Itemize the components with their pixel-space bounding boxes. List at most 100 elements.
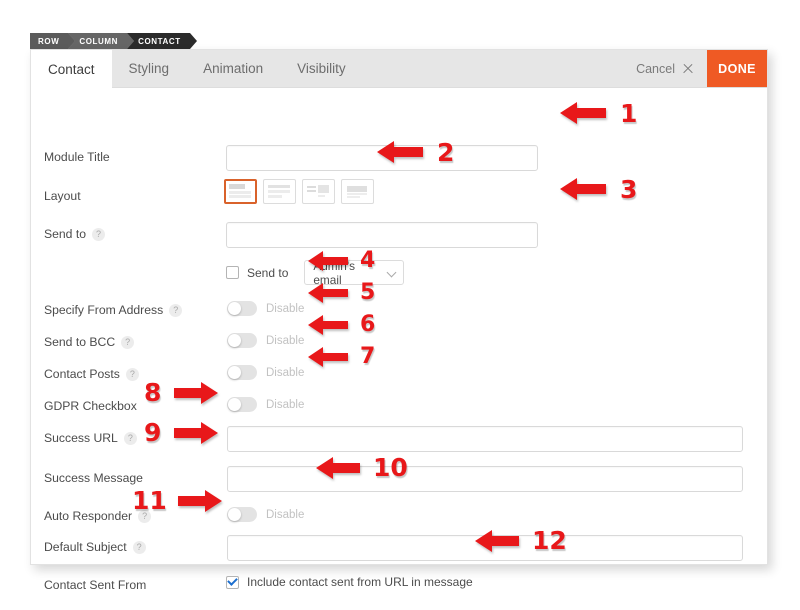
cancel-button[interactable]: Cancel bbox=[622, 50, 707, 87]
contact-posts-toggle[interactable] bbox=[227, 365, 257, 380]
annotation-number-4: 4 bbox=[360, 248, 376, 273]
arrow-right-icon bbox=[174, 381, 219, 404]
cancel-button-label: Cancel bbox=[636, 61, 675, 76]
arrow-left-icon bbox=[560, 178, 606, 200]
module-title-label: Module Title bbox=[44, 150, 110, 164]
send-to-bcc-control: Disable bbox=[227, 333, 304, 348]
annotation-marker-12: 12 bbox=[475, 528, 567, 553]
tab-bar-actions: Cancel DONE bbox=[622, 50, 767, 87]
layout-stacked-icon bbox=[229, 183, 251, 198]
layout-label: Layout bbox=[44, 189, 81, 203]
tab-styling[interactable]: Styling bbox=[112, 50, 187, 87]
tab-contact[interactable]: Contact bbox=[31, 50, 112, 88]
layout-option-inline[interactable] bbox=[302, 179, 335, 204]
annotation-marker-3: 3 bbox=[560, 176, 637, 202]
close-icon bbox=[682, 63, 693, 74]
annotation-marker-6: 6 bbox=[308, 314, 375, 336]
contact-sent-from-checkbox-label: Include contact sent from URL in message bbox=[247, 575, 473, 589]
arrow-left-icon bbox=[377, 141, 423, 163]
annotation-number-11: 11 bbox=[132, 486, 167, 515]
layout-option-compact[interactable] bbox=[341, 179, 374, 204]
arrow-left-icon bbox=[308, 315, 348, 335]
layout-option-full[interactable] bbox=[263, 179, 296, 204]
gdpr-checkbox-control: Disable bbox=[227, 397, 304, 412]
annotation-number-3: 3 bbox=[620, 174, 638, 204]
annotation-number-8: 8 bbox=[144, 378, 162, 407]
send-to-bcc-state: Disable bbox=[266, 334, 305, 347]
tab-bar: Contact Styling Animation Visibility Can… bbox=[31, 50, 767, 88]
tab-visibility[interactable]: Visibility bbox=[280, 50, 363, 87]
gdpr-checkbox-toggle[interactable] bbox=[227, 397, 257, 412]
help-icon[interactable]: ? bbox=[132, 540, 146, 554]
annotation-marker-2: 2 bbox=[377, 139, 454, 165]
annotation-marker-9: 9 bbox=[144, 418, 219, 447]
send-to-label: Send to ? bbox=[44, 227, 106, 241]
default-subject-label: Default Subject ? bbox=[44, 540, 146, 554]
contact-sent-from-row: Include contact sent from URL in message bbox=[226, 575, 473, 589]
success-message-input[interactable] bbox=[227, 466, 743, 492]
specify-from-address-label: Specify From Address ? bbox=[44, 303, 183, 317]
contact-posts-control: Disable bbox=[227, 365, 304, 380]
annotation-number-5: 5 bbox=[360, 280, 376, 305]
layout-option-stacked[interactable] bbox=[224, 179, 257, 204]
annotation-number-7: 7 bbox=[360, 344, 376, 369]
arrow-left-icon bbox=[560, 102, 606, 124]
annotation-marker-5: 5 bbox=[308, 282, 375, 304]
help-icon[interactable]: ? bbox=[92, 227, 106, 241]
success-url-input[interactable] bbox=[227, 426, 743, 452]
specify-from-address-toggle[interactable] bbox=[227, 301, 257, 316]
help-icon[interactable]: ? bbox=[123, 431, 137, 445]
annotation-marker-11: 11 bbox=[132, 488, 222, 513]
layout-full-icon bbox=[268, 184, 290, 198]
gdpr-checkbox-label: GDPR Checkbox bbox=[44, 399, 137, 413]
arrow-left-icon bbox=[308, 251, 348, 271]
annotation-marker-10: 10 bbox=[316, 455, 408, 480]
annotation-number-10: 10 bbox=[373, 453, 408, 482]
send-to-preset-label: Send to bbox=[247, 265, 289, 280]
help-icon[interactable]: ? bbox=[121, 335, 135, 349]
annotation-marker-4: 4 bbox=[308, 250, 375, 272]
annotation-marker-7: 7 bbox=[308, 346, 375, 368]
send-to-input[interactable] bbox=[226, 222, 538, 248]
send-to-bcc-toggle[interactable] bbox=[227, 333, 257, 348]
chevron-down-icon bbox=[388, 269, 396, 277]
arrow-left-icon bbox=[316, 456, 360, 479]
annotation-marker-8: 8 bbox=[144, 378, 219, 407]
contact-sent-from-checkbox[interactable] bbox=[226, 575, 239, 589]
breadcrumb-item-column[interactable]: COLUMN bbox=[68, 33, 134, 49]
send-to-bcc-label: Send to BCC ? bbox=[44, 335, 135, 349]
annotation-number-9: 9 bbox=[144, 418, 162, 447]
annotation-number-12: 12 bbox=[532, 526, 567, 555]
arrow-right-icon bbox=[174, 421, 219, 444]
success-url-label: Success URL ? bbox=[44, 431, 137, 445]
arrow-right-icon bbox=[177, 489, 222, 512]
arrow-left-icon bbox=[308, 347, 348, 367]
layout-compact-icon bbox=[347, 185, 367, 198]
done-button[interactable]: DONE bbox=[707, 50, 767, 87]
annotation-number-6: 6 bbox=[360, 312, 376, 337]
annotation-number-1: 1 bbox=[620, 98, 638, 128]
specify-from-address-control: Disable bbox=[227, 301, 304, 316]
annotation-number-2: 2 bbox=[437, 137, 455, 167]
help-icon[interactable]: ? bbox=[125, 367, 139, 381]
screenshot-root: ROW COLUMN CONTACT Contact Styling Anima… bbox=[0, 0, 800, 610]
layout-inline-icon bbox=[307, 184, 329, 197]
gdpr-checkbox-state: Disable bbox=[266, 398, 305, 411]
auto-responder-toggle[interactable] bbox=[227, 507, 257, 522]
send-to-preset-checkbox[interactable] bbox=[226, 266, 239, 279]
auto-responder-state: Disable bbox=[266, 508, 305, 521]
breadcrumb: ROW COLUMN CONTACT bbox=[30, 33, 197, 49]
layout-options bbox=[224, 179, 374, 204]
breadcrumb-item-row[interactable]: ROW bbox=[30, 33, 76, 49]
contact-posts-label: Contact Posts ? bbox=[44, 367, 139, 381]
tab-animation[interactable]: Animation bbox=[186, 50, 280, 87]
annotation-marker-1: 1 bbox=[560, 100, 637, 126]
success-message-label: Success Message bbox=[44, 471, 143, 485]
arrow-left-icon bbox=[308, 283, 348, 303]
specify-from-address-state: Disable bbox=[266, 302, 305, 315]
arrow-left-icon bbox=[475, 529, 519, 552]
help-icon[interactable]: ? bbox=[169, 303, 183, 317]
contact-posts-state: Disable bbox=[266, 366, 305, 379]
contact-sent-from-label: Contact Sent From bbox=[44, 578, 147, 592]
breadcrumb-item-contact[interactable]: CONTACT bbox=[127, 33, 197, 49]
